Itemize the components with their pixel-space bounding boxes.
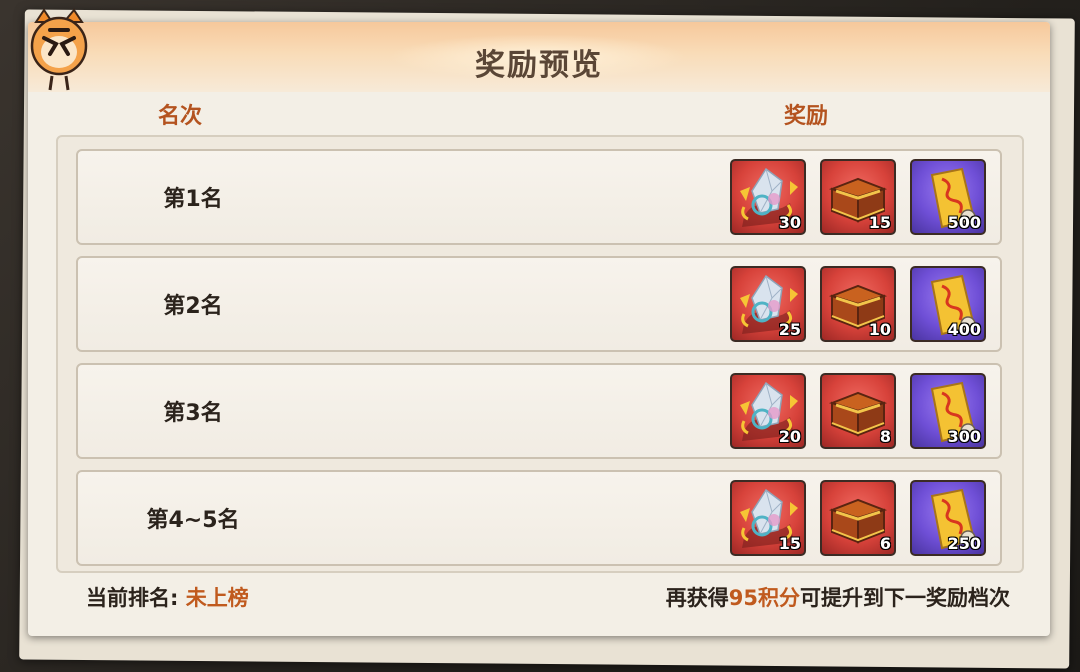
reward-item-crystal[interactable]: 15: [730, 480, 806, 556]
reward-item-ticket[interactable]: 300: [910, 373, 986, 449]
reward-row: 第3名 20 8 300: [76, 363, 1002, 459]
reward-quantity: 6: [879, 534, 891, 553]
reward-quantity: 15: [868, 213, 891, 232]
reward-item-crystal[interactable]: 20: [730, 373, 806, 449]
cat-mascot-icon: [30, 8, 88, 91]
hint-suffix: 可提升到下一奖励档次: [800, 586, 1010, 610]
reward-item-chest[interactable]: 15: [820, 159, 896, 235]
reward-row: 第2名 25 10 400: [76, 256, 1002, 352]
reward-item-chest[interactable]: 6: [820, 480, 896, 556]
reward-item-crystal[interactable]: 30: [730, 159, 806, 235]
rank-label: 第3名: [163, 401, 223, 426]
reward-row: 第4~5名 15 6 250: [76, 470, 1002, 566]
reward-quantity: 10: [868, 320, 891, 339]
hint-prefix: 再获得: [665, 586, 729, 610]
reward-quantity: 15: [778, 534, 801, 553]
rank-label: 第2名: [163, 294, 223, 319]
rank-label: 第4~5名: [146, 508, 240, 533]
reward-quantity: 25: [778, 320, 801, 339]
reward-row: 第1名 30 15 500: [76, 149, 1002, 245]
reward-item-ticket[interactable]: 500: [910, 159, 986, 235]
rank-label: 第1名: [163, 187, 223, 212]
reward-quantity: 8: [879, 427, 891, 446]
next-tier-hint: 再获得95积分可提升到下一奖励档次: [666, 582, 1010, 612]
reward-quantity: 20: [778, 427, 801, 446]
reward-item-chest[interactable]: 10: [820, 266, 896, 342]
hint-points: 95积分: [728, 586, 800, 610]
current-rank: 当前排名: 未上榜: [86, 582, 249, 612]
column-header-rank: 名次: [158, 104, 203, 129]
current-rank-value: 未上榜: [185, 586, 249, 610]
reward-quantity: 250: [947, 534, 981, 553]
column-header-reward: 奖励: [784, 104, 829, 129]
reward-preview-panel: 奖励预览 名次 奖励 第1名 30 15 500 第2名 25 10 400 第…: [28, 22, 1050, 636]
reward-quantity: 500: [947, 213, 981, 232]
reward-item-chest[interactable]: 8: [820, 373, 896, 449]
current-rank-label: 当前排名:: [86, 586, 179, 610]
reward-list[interactable]: 第1名 30 15 500 第2名 25 10 400 第3名 20 8 300…: [56, 135, 1024, 573]
reward-quantity: 400: [947, 320, 981, 339]
reward-item-crystal[interactable]: 25: [730, 266, 806, 342]
reward-quantity: 300: [947, 427, 981, 446]
panel-title: 奖励预览: [475, 48, 603, 83]
reward-item-ticket[interactable]: 400: [910, 266, 986, 342]
header-band: 奖励预览: [28, 22, 1050, 92]
reward-item-ticket[interactable]: 250: [910, 480, 986, 556]
reward-quantity: 30: [778, 213, 801, 232]
